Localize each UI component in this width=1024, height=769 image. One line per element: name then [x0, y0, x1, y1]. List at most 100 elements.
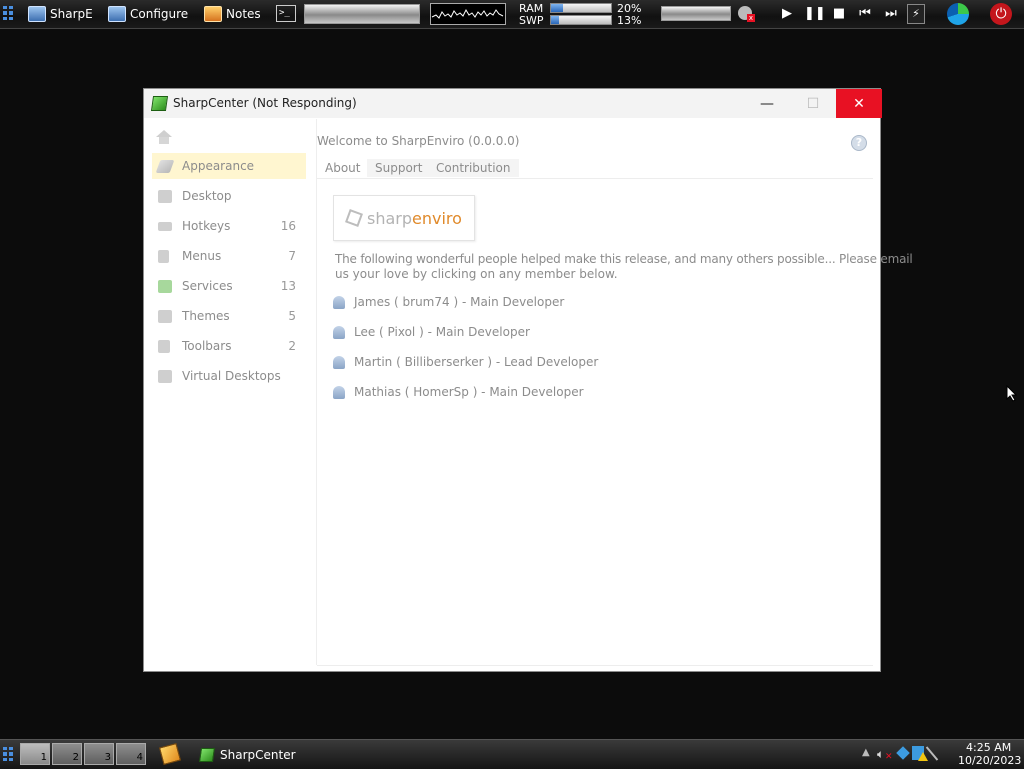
top-toolbar: SharpE Configure Notes >_ RAM SWP 20% 13…: [0, 0, 1024, 29]
network-icon[interactable]: [896, 746, 910, 760]
sidebar-item-menus[interactable]: Menus 7: [152, 243, 306, 269]
clock-time[interactable]: 4:25 AM: [966, 741, 1011, 754]
window-titlebar[interactable]: SharpCenter (Not Responding) — ☐ ✕: [144, 89, 882, 118]
intro-text-line1: The following wonderful people helped ma…: [335, 252, 913, 266]
sidebar-item-count: 7: [288, 249, 296, 263]
tab-about[interactable]: About: [317, 159, 368, 177]
virtual-desktop-3[interactable]: 3: [84, 743, 114, 765]
content-bottom-border: [317, 665, 873, 666]
sidebar-item-themes[interactable]: Themes 5: [152, 303, 306, 329]
media-player-muted-icon[interactable]: x: [738, 6, 756, 22]
menu-grid-icon[interactable]: [3, 6, 15, 20]
previous-icon[interactable]: ⏮: [856, 6, 874, 21]
notes-icon: [204, 6, 222, 22]
bottom-taskbar: 1 2 3 4 SharpCenter ▲ 🔈︎ ✕ 4:25 AM 10/20/…: [0, 739, 1024, 769]
tray-expand-icon[interactable]: ▲: [862, 747, 870, 758]
brush-icon: [155, 159, 175, 173]
sidebar-item-appearance[interactable]: Appearance: [152, 153, 306, 179]
member-link[interactable]: James ( brum74 ) - Main Developer: [333, 295, 564, 309]
logo-cube-icon: [345, 209, 363, 227]
minimize-button[interactable]: —: [744, 89, 790, 118]
desktop-icon: [158, 189, 172, 203]
logo-text-enviro: enviro: [412, 208, 462, 228]
ram-bar: [550, 3, 612, 13]
tab-underline: [317, 178, 873, 179]
sharpcenter-app-icon: [150, 96, 169, 111]
winamp-icon[interactable]: ⚡: [907, 4, 925, 24]
sidebar-item-label: Toolbars: [182, 339, 232, 353]
cpu-graph: [430, 3, 506, 25]
virtual-desktop-1[interactable]: 1: [20, 743, 50, 765]
member-link[interactable]: Martin ( Billiberserker ) - Lead Develop…: [333, 355, 598, 369]
ram-label: RAM: [519, 2, 544, 15]
virtual-desktop-4[interactable]: 4: [116, 743, 146, 765]
virtual-desktops-icon: [158, 369, 172, 383]
notes-button[interactable]: Notes: [204, 3, 261, 25]
virtual-desktop-number: 3: [104, 752, 111, 763]
swp-percent: 13%: [617, 14, 642, 27]
maximize-button[interactable]: ☐: [790, 89, 836, 118]
tab-support[interactable]: Support: [367, 159, 431, 177]
close-button[interactable]: ✕: [836, 89, 882, 118]
taskbar-item-sharpcenter[interactable]: SharpCenter: [199, 744, 296, 766]
user-icon: [333, 355, 345, 369]
member-link[interactable]: Lee ( Pixol ) - Main Developer: [333, 325, 530, 339]
sidebar-item-count: 5: [288, 309, 296, 323]
member-name: Lee ( Pixol ) - Main Developer: [354, 325, 530, 339]
swp-bar: [550, 15, 612, 25]
tab-contribution[interactable]: Contribution: [428, 159, 519, 177]
sharpe-button[interactable]: SharpE: [28, 3, 93, 25]
sidebar-item-count: 13: [280, 279, 296, 293]
configure-button[interactable]: Configure: [108, 3, 188, 25]
sidebar-item-label: Services: [182, 279, 233, 293]
sidebar-item-label: Desktop: [182, 189, 232, 203]
content-panel: Welcome to SharpEnviro (0.0.0.0) ? About…: [316, 119, 913, 666]
power-icon[interactable]: ⏻: [990, 3, 1012, 25]
sidebar-item-toolbars[interactable]: Toolbars 2: [152, 333, 306, 359]
window-title: SharpCenter (Not Responding): [173, 96, 357, 110]
virtual-desktop-2[interactable]: 2: [52, 743, 82, 765]
configure-label: Configure: [130, 7, 189, 21]
pause-icon[interactable]: ❚❚: [804, 6, 826, 21]
menu-list-icon: [158, 249, 169, 263]
sidebar-item-label: Hotkeys: [182, 219, 231, 233]
member-name: Martin ( Billiberserker ) - Lead Develop…: [354, 355, 599, 369]
notes-launcher-icon[interactable]: [158, 742, 182, 766]
monitor-icon: [108, 6, 126, 22]
stop-icon[interactable]: ■: [830, 6, 848, 21]
sharpenviro-logo: sharp enviro: [333, 195, 475, 241]
virtual-desktop-number: 4: [136, 752, 143, 763]
next-icon[interactable]: ⏭: [882, 6, 900, 21]
member-name: Mathias ( HomerSp ) - Main Developer: [354, 385, 584, 399]
play-icon[interactable]: ▶: [778, 6, 796, 21]
help-icon[interactable]: ?: [851, 135, 867, 151]
member-link[interactable]: Mathias ( HomerSp ) - Main Developer: [333, 385, 584, 399]
notes-label: Notes: [226, 7, 261, 21]
member-name: James ( brum74 ) - Main Developer: [354, 295, 565, 309]
sidebar-item-services[interactable]: Services 13: [152, 273, 306, 299]
sidebar-item-label: Themes: [182, 309, 230, 323]
terminal-icon[interactable]: >_: [276, 5, 296, 22]
swp-label: SWP: [519, 14, 544, 27]
sidebar-item-count: 2: [288, 339, 296, 353]
sidebar-item-label: Appearance: [182, 159, 255, 173]
puzzle-icon: [158, 279, 172, 293]
logo-text-sharp: sharp: [367, 208, 413, 228]
home-icon[interactable]: [156, 130, 172, 144]
ram-percent: 20%: [617, 2, 642, 15]
taskbar-item-label: SharpCenter: [220, 748, 296, 762]
page-title: Welcome to SharpEnviro (0.0.0.0): [317, 134, 520, 148]
sidebar-item-desktop[interactable]: Desktop: [152, 183, 306, 209]
sidebar-item-hotkeys[interactable]: Hotkeys 16: [152, 213, 306, 239]
clock-date[interactable]: 10/20/2023: [958, 754, 1021, 767]
sidebar-item-virtual-desktops[interactable]: Virtual Desktops: [152, 363, 306, 389]
volume-muted-icon[interactable]: 🔈︎ ✕: [877, 747, 893, 762]
monitor-icon: [28, 6, 46, 22]
virtual-desktop-number: 1: [40, 752, 47, 763]
sidebar-item-label: Menus: [182, 249, 222, 263]
sidebar-item-count: 16: [280, 219, 296, 233]
user-icon: [333, 295, 345, 309]
menu-grid-icon[interactable]: [3, 747, 15, 761]
edge-browser-icon[interactable]: [947, 3, 969, 25]
volume-gauge-bar[interactable]: [661, 6, 731, 21]
